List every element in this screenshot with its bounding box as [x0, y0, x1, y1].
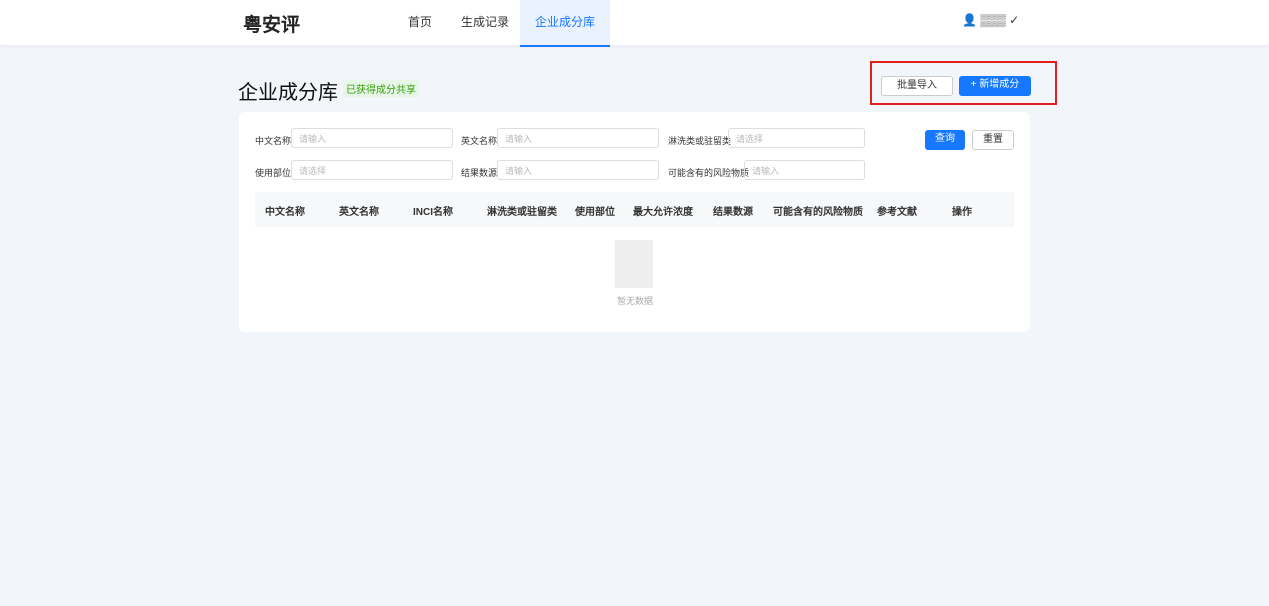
- page-title: 企业成分库: [238, 82, 338, 104]
- col-en: 英文名称: [339, 207, 379, 218]
- type-select[interactable]: 请选择: [728, 128, 865, 148]
- label-risk: 可能含有的风险物质: [668, 168, 750, 178]
- col-ref: 参考文献: [877, 207, 917, 218]
- nav-ingredients[interactable]: 企业成分库: [520, 0, 611, 47]
- nav-home[interactable]: 首页: [408, 0, 432, 45]
- cn-input[interactable]: 请输入: [291, 128, 453, 148]
- share-badge: 已获得成分共享: [343, 80, 419, 97]
- en-input[interactable]: 请输入: [497, 128, 659, 148]
- label-part: 使用部位: [255, 168, 292, 178]
- filter-card: 中文名称 请输入 英文名称 请输入 淋洗类或驻留类 请选择 查询 重置 使用部位…: [239, 112, 1030, 332]
- query-button[interactable]: 查询: [925, 130, 965, 150]
- label-en: 英文名称: [461, 136, 498, 146]
- nav-history[interactable]: 生成记录: [461, 0, 509, 45]
- top-nav: 粤安评 首页 生成记录 企业成分库 👤 ▒▒▒ ✓: [0, 0, 1269, 47]
- col-op: 操作: [952, 207, 972, 218]
- col-type: 淋洗类或驻留类: [487, 207, 557, 218]
- label-cn: 中文名称: [255, 136, 292, 146]
- col-part: 使用部位: [575, 207, 615, 218]
- col-risk: 可能含有的风险物质: [773, 207, 863, 218]
- logo: 粤安评: [243, 15, 301, 36]
- empty-text: 暂无数据: [617, 296, 654, 306]
- label-source: 结果数源: [461, 168, 498, 178]
- col-source: 结果数源: [713, 207, 753, 218]
- empty-icon: [615, 240, 653, 288]
- reset-button[interactable]: 重置: [972, 130, 1014, 150]
- label-type: 淋洗类或驻留类: [668, 136, 732, 146]
- col-max: 最大允许浓度: [633, 207, 693, 218]
- col-cn: 中文名称: [265, 207, 305, 218]
- highlight-box: [870, 61, 1057, 105]
- risk-input[interactable]: 请输入: [744, 160, 865, 180]
- source-input[interactable]: 请输入: [497, 160, 659, 180]
- avatar[interactable]: 👤 ▒▒▒ ✓: [962, 13, 1019, 27]
- part-select[interactable]: 请选择: [291, 160, 453, 180]
- col-inci: INCI名称: [413, 207, 453, 218]
